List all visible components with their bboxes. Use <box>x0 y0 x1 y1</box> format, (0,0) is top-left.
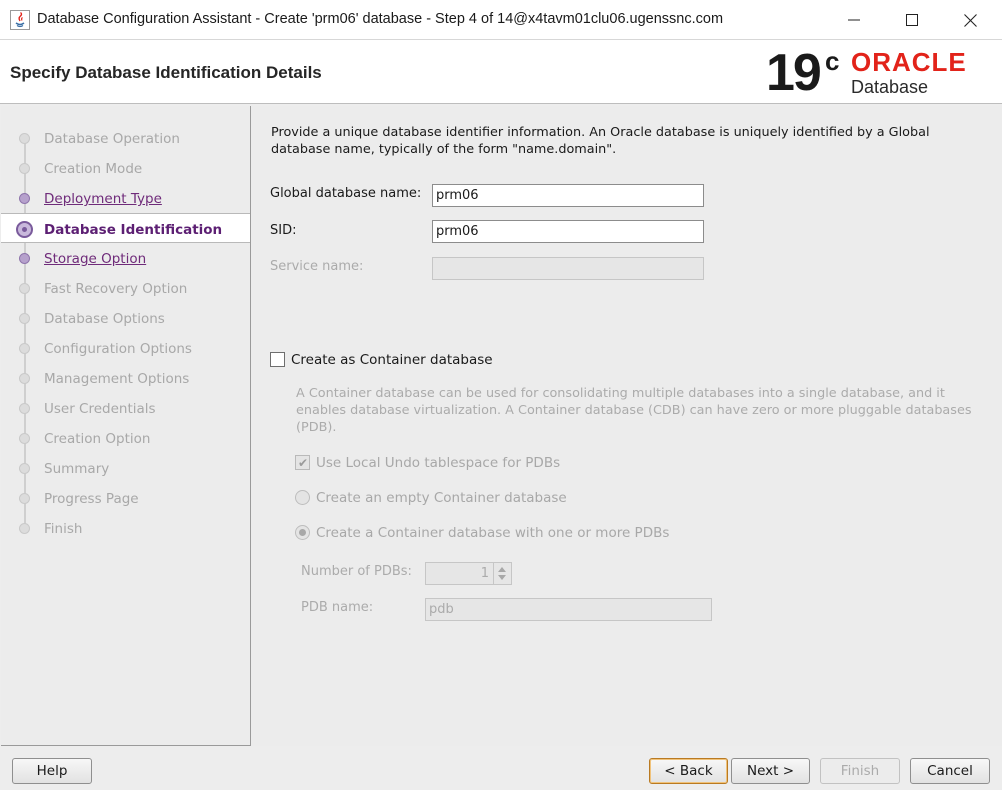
minimize-button[interactable] <box>825 0 883 40</box>
num-pdbs-spinner[interactable]: 1 <box>425 562 512 585</box>
spinner-up-icon[interactable] <box>498 567 506 572</box>
container-description: A Container database can be used for con… <box>296 386 972 435</box>
maximize-button[interactable] <box>883 0 941 40</box>
wizard-header: Specify Database Identification Details … <box>0 40 1002 104</box>
help-button[interactable]: Help <box>12 758 92 784</box>
step-progress-page: Progress Page <box>1 483 250 513</box>
container-db-checkbox[interactable] <box>270 352 285 367</box>
with-pdbs-radio[interactable] <box>295 525 310 540</box>
spinner-down-icon[interactable] <box>498 575 506 580</box>
close-icon <box>963 13 977 27</box>
num-pdbs-value: 1 <box>480 566 489 581</box>
spinner-arrows[interactable] <box>493 563 511 584</box>
step-indicator-icon <box>19 523 30 534</box>
step-label: Finish <box>44 521 83 537</box>
finish-button[interactable]: Finish <box>820 758 900 784</box>
pdb-name-label: PDB name: <box>301 600 374 615</box>
service-name-label: Service name: <box>270 259 364 274</box>
step-summary: Summary <box>1 453 250 483</box>
step-indicator-icon <box>19 253 30 264</box>
sid-input[interactable]: prm06 <box>432 220 704 243</box>
step-current-icon <box>16 221 33 238</box>
step-label[interactable]: Deployment Type <box>44 191 162 207</box>
step-label: Management Options <box>44 371 190 387</box>
global-db-name-input[interactable]: prm06 <box>432 184 704 207</box>
step-database-identification[interactable]: Database Identification <box>1 213 250 243</box>
step-indicator-icon <box>19 463 30 474</box>
step-database-options: Database Options <box>1 303 250 333</box>
step-label: Progress Page <box>44 491 139 507</box>
step-indicator-icon <box>19 163 30 174</box>
local-undo-label[interactable]: Use Local Undo tablespace for PDBs <box>316 455 560 471</box>
step-management-options: Management Options <box>1 363 250 393</box>
step-database-operation: Database Operation <box>1 123 250 153</box>
pdb-name-input[interactable]: pdb <box>425 598 712 621</box>
logo-version: 19 <box>766 44 822 102</box>
checkmark-icon: ✔ <box>298 456 309 470</box>
empty-container-radio[interactable] <box>295 490 310 505</box>
intro-text: Provide a unique database identifier inf… <box>271 125 930 157</box>
next-button[interactable]: Next > <box>731 758 810 784</box>
step-indicator-icon <box>19 403 30 414</box>
local-undo-checkbox[interactable]: ✔ <box>295 455 310 470</box>
back-button[interactable]: < Back <box>649 758 728 784</box>
java-app-icon <box>10 10 30 30</box>
step-fast-recovery-option: Fast Recovery Option <box>1 273 250 303</box>
close-button[interactable] <box>941 0 999 40</box>
step-label[interactable]: Storage Option <box>44 251 146 267</box>
minimize-icon <box>848 19 860 21</box>
empty-container-label[interactable]: Create an empty Container database <box>316 490 567 506</box>
step-indicator-icon <box>19 343 30 354</box>
with-pdbs-label[interactable]: Create a Container database with one or … <box>316 525 669 541</box>
logo-brand: ORACLE <box>851 47 967 77</box>
page-title: Specify Database Identification Details <box>10 63 322 82</box>
main-content: Provide a unique database identifier inf… <box>251 106 1002 746</box>
sid-label: SID: <box>270 223 297 238</box>
global-db-name-label: Global database name: <box>270 186 422 201</box>
num-pdbs-label: Number of PDBs: <box>301 564 412 579</box>
step-deployment-type[interactable]: Deployment Type <box>1 183 250 213</box>
step-label: Database Identification <box>44 222 223 238</box>
step-label: Fast Recovery Option <box>44 281 188 297</box>
step-indicator-icon <box>19 193 30 204</box>
step-label: User Credentials <box>44 401 156 417</box>
step-creation-option: Creation Option <box>1 423 250 453</box>
step-indicator-icon <box>19 373 30 384</box>
step-indicator-icon <box>19 313 30 324</box>
step-label: Summary <box>44 461 110 477</box>
step-user-credentials: User Credentials <box>1 393 250 423</box>
step-label: Configuration Options <box>44 341 192 357</box>
maximize-icon <box>906 14 918 26</box>
service-name-input[interactable] <box>432 257 704 280</box>
step-finish: Finish <box>1 513 250 543</box>
step-indicator-icon <box>19 283 30 294</box>
step-label: Database Options <box>44 311 165 327</box>
logo-product: Database <box>851 77 929 97</box>
step-storage-option[interactable]: Storage Option <box>1 243 250 273</box>
container-db-label[interactable]: Create as Container database <box>291 352 493 368</box>
logo-superscript: c <box>825 46 840 76</box>
step-configuration-options: Configuration Options <box>1 333 250 363</box>
step-label: Creation Mode <box>44 161 143 177</box>
step-indicator-icon <box>19 493 30 504</box>
radio-selected-dot <box>299 529 306 536</box>
step-creation-mode: Creation Mode <box>1 153 250 183</box>
step-indicator-icon <box>19 133 30 144</box>
step-label: Creation Option <box>44 431 151 447</box>
title-bar: Database Configuration Assistant - Creat… <box>0 0 1002 40</box>
step-label: Database Operation <box>44 131 180 147</box>
wizard-steps-panel: Database Operation Creation Mode Deploym… <box>1 106 251 746</box>
step-indicator-icon <box>19 433 30 444</box>
window-title: Database Configuration Assistant - Creat… <box>37 11 724 27</box>
cancel-button[interactable]: Cancel <box>910 758 990 784</box>
